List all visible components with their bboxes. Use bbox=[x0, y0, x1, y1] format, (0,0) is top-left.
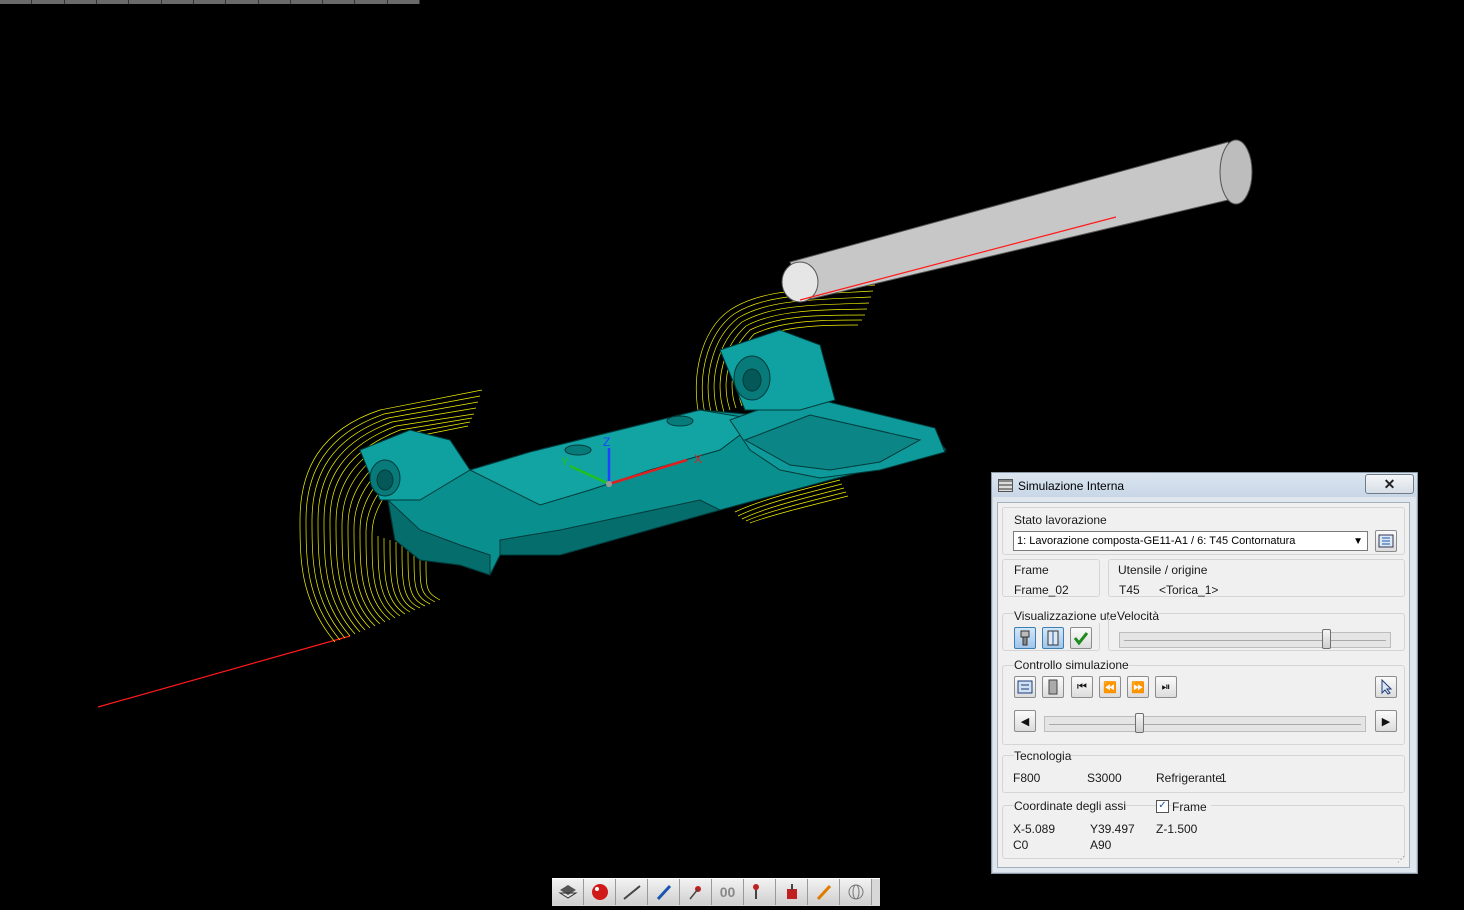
cursor-icon bbox=[1381, 679, 1393, 695]
go-to-start-button[interactable]: ⏮ bbox=[1071, 676, 1093, 698]
sim-options-icon bbox=[1017, 680, 1033, 694]
paint-brush-icon[interactable] bbox=[648, 879, 680, 905]
fill-icon[interactable] bbox=[776, 879, 808, 905]
dialog-titlebar[interactable]: Simulazione Interna ✕ bbox=[992, 473, 1417, 497]
progress-slider-thumb[interactable] bbox=[1134, 713, 1144, 733]
toolbar-button[interactable] bbox=[323, 0, 356, 4]
tool-view-button[interactable] bbox=[1014, 627, 1036, 649]
top-toolbar bbox=[0, 0, 421, 4]
feed-value: F800 bbox=[1013, 771, 1041, 785]
dialog-app-icon bbox=[998, 479, 1013, 492]
close-icon: ✕ bbox=[1383, 475, 1396, 492]
counter-text: 00 bbox=[719, 884, 736, 900]
layers-icon[interactable] bbox=[552, 879, 584, 905]
step-forward-button[interactable]: ⏩ bbox=[1127, 676, 1149, 698]
close-button[interactable]: ✕ bbox=[1365, 474, 1414, 494]
controllo-label: Controllo simulazione bbox=[1014, 658, 1129, 672]
tool bbox=[781, 139, 1253, 303]
coord-z: Z-1.500 bbox=[1156, 822, 1198, 836]
speed-value: S3000 bbox=[1087, 771, 1122, 785]
coord-c: C0 bbox=[1013, 838, 1029, 852]
toolbar-button[interactable] bbox=[193, 0, 227, 4]
toolbar-button[interactable] bbox=[290, 0, 324, 4]
slider-right-button[interactable]: ▶ bbox=[1375, 710, 1397, 732]
coord-x: X-5.089 bbox=[1013, 822, 1056, 836]
trajectory-line bbox=[97, 635, 351, 708]
check-icon bbox=[1073, 632, 1089, 646]
toolbar-button[interactable] bbox=[387, 0, 421, 4]
x-axis-label: X bbox=[694, 452, 702, 466]
arrow-right-icon: ▶ bbox=[1381, 715, 1391, 728]
toolbar-button[interactable] bbox=[129, 0, 162, 4]
coord-y: Y39.497 bbox=[1090, 822, 1135, 836]
sim-options-button[interactable] bbox=[1014, 676, 1036, 698]
y-axis-label: Y bbox=[561, 455, 569, 469]
toolbar-button[interactable] bbox=[0, 0, 33, 4]
coord-label: Coordinate degli assi bbox=[1014, 799, 1127, 813]
dialog-client: Stato lavorazione 1: Lavorazione compost… bbox=[997, 502, 1410, 868]
stock-icon bbox=[1048, 679, 1058, 695]
stato-combo[interactable]: 1: Lavorazione composta-GE11-A1 / 6: T45… bbox=[1013, 531, 1368, 551]
chevron-down-icon: ▼ bbox=[1353, 536, 1363, 547]
counter-icon[interactable]: 00 bbox=[712, 879, 744, 905]
render-sphere-icon[interactable] bbox=[584, 879, 616, 905]
stato-value: 1: Lavorazione composta-GE11-A1 / 6: T45… bbox=[1017, 535, 1296, 547]
tool-section-icon bbox=[1047, 630, 1059, 646]
step-back-button[interactable]: ⏪ bbox=[1099, 676, 1121, 698]
tool-check-button[interactable] bbox=[1070, 627, 1092, 649]
sim-stock-button[interactable] bbox=[1042, 676, 1064, 698]
frame-label: Frame bbox=[1014, 563, 1049, 577]
refrigerante-value: 1 bbox=[1220, 771, 1227, 785]
stato-settings-button[interactable] bbox=[1375, 530, 1397, 552]
resize-grip-icon[interactable]: ⋰ bbox=[1397, 855, 1405, 864]
play-pause-button[interactable]: ⏯ bbox=[1155, 676, 1177, 698]
simulation-dialog: Simulazione Interna ✕ Stato lavorazione … bbox=[991, 472, 1418, 874]
tool-holder-icon bbox=[1020, 630, 1030, 646]
toolbar-button[interactable] bbox=[355, 0, 388, 4]
probe-icon[interactable] bbox=[744, 879, 776, 905]
frame-checkbox[interactable]: ✓ bbox=[1156, 800, 1169, 813]
utensile-value: T45 bbox=[1119, 583, 1140, 597]
utensile-label: Utensile / origine bbox=[1118, 563, 1208, 577]
refrigerante-label: Refrigerante bbox=[1156, 771, 1223, 785]
rewind-icon: ⏪ bbox=[1103, 681, 1117, 694]
pick-button[interactable] bbox=[1375, 676, 1397, 698]
toolbar-button[interactable] bbox=[64, 0, 97, 4]
frame-value: Frame_02 bbox=[1014, 583, 1069, 597]
tecnologia-label: Tecnologia bbox=[1014, 749, 1072, 763]
play-pause-icon: ⏯ bbox=[1161, 680, 1171, 693]
progress-slider-track[interactable] bbox=[1044, 716, 1366, 732]
dialog-title: Simulazione Interna bbox=[1018, 479, 1125, 493]
z-axis-label: Z bbox=[603, 435, 610, 449]
skip-back-icon: ⏮ bbox=[1077, 680, 1087, 693]
fast-forward-icon: ⏩ bbox=[1131, 681, 1145, 694]
frame-checkbox-label: Frame bbox=[1172, 800, 1211, 814]
pencil-icon[interactable] bbox=[808, 879, 840, 905]
wireframe-icon[interactable] bbox=[840, 879, 872, 905]
utensile-origin: <Torica_1> bbox=[1159, 583, 1219, 597]
arrow-left-icon: ◀ bbox=[1020, 715, 1030, 728]
slider-left-button[interactable]: ◀ bbox=[1014, 710, 1036, 732]
stato-label: Stato lavorazione bbox=[1014, 513, 1107, 527]
toolbar-button[interactable] bbox=[32, 0, 65, 4]
toolbar-button[interactable] bbox=[96, 0, 130, 4]
velocita-label: Velocità bbox=[1117, 609, 1160, 623]
pin-icon[interactable] bbox=[680, 879, 712, 905]
bottom-toolbar: 00 bbox=[552, 878, 880, 906]
velocita-slider-track[interactable] bbox=[1119, 632, 1391, 648]
coord-a: A90 bbox=[1090, 838, 1112, 852]
toolbar-button[interactable] bbox=[258, 0, 291, 4]
tool-section-button[interactable] bbox=[1042, 627, 1064, 649]
toolbar-button[interactable] bbox=[161, 0, 194, 4]
velocita-slider-thumb[interactable] bbox=[1321, 629, 1331, 649]
workpiece bbox=[359, 329, 947, 576]
settings-icon bbox=[1378, 534, 1394, 548]
toolbar-button[interactable] bbox=[226, 0, 259, 4]
measure-icon[interactable] bbox=[616, 879, 648, 905]
